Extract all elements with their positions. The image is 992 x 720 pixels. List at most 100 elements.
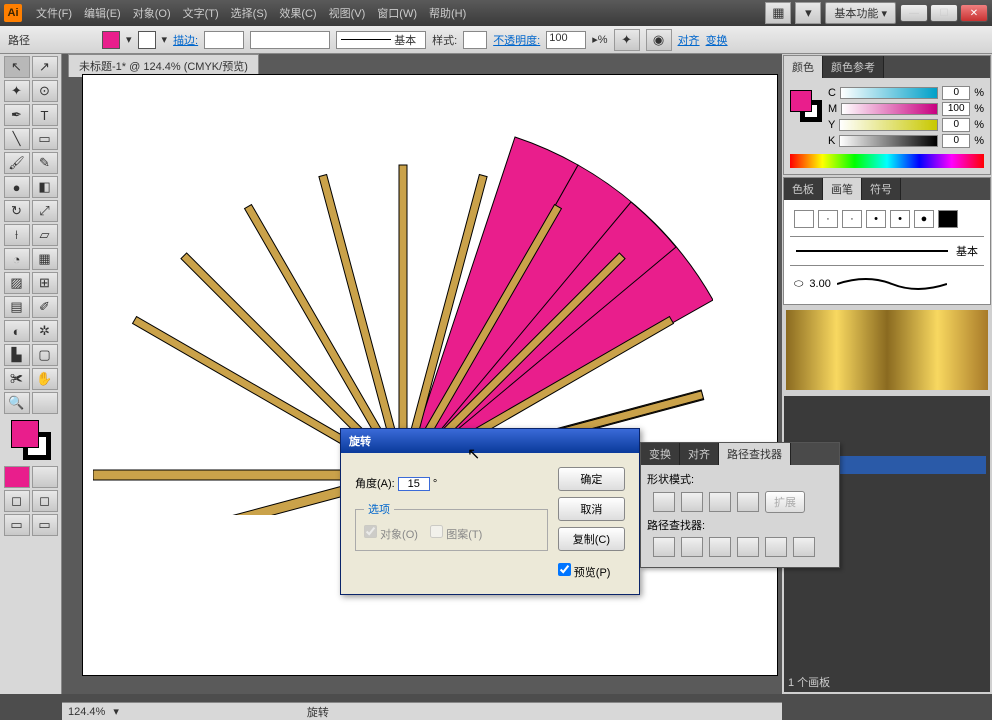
line-tool[interactable]: ╲ bbox=[4, 128, 30, 150]
unite-button[interactable] bbox=[653, 492, 675, 512]
type-tool[interactable]: T bbox=[32, 104, 58, 126]
zoom-level[interactable]: 124.4% bbox=[68, 706, 105, 718]
k-value[interactable]: 0 bbox=[942, 134, 970, 148]
draw-behind[interactable]: ◻ bbox=[32, 490, 58, 512]
expand-button[interactable]: 扩展 bbox=[765, 491, 805, 513]
artboard-tool[interactable]: ▢ bbox=[32, 344, 58, 366]
intersect-button[interactable] bbox=[709, 492, 731, 512]
transform-link[interactable]: 变换 bbox=[706, 32, 728, 48]
menu-object[interactable]: 对象(O) bbox=[129, 3, 175, 23]
color-mode[interactable] bbox=[4, 466, 30, 488]
tab-color[interactable]: 颜色 bbox=[784, 56, 823, 78]
angle-input[interactable] bbox=[398, 477, 430, 491]
tab-brushes[interactable]: 画笔 bbox=[823, 178, 862, 200]
arrange-icon[interactable]: ▾ bbox=[795, 2, 821, 24]
shape-builder-tool[interactable]: ◔ bbox=[4, 248, 30, 270]
rectangle-tool[interactable]: ▭ bbox=[32, 128, 58, 150]
hand-tool[interactable]: ✋ bbox=[32, 368, 58, 390]
opacity-value[interactable]: 100 bbox=[546, 31, 586, 49]
perspective-tool[interactable]: ▨ bbox=[4, 272, 30, 294]
width-tool[interactable]: ⟊ bbox=[4, 224, 30, 246]
minus-front-button[interactable] bbox=[681, 492, 703, 512]
brush-basic[interactable]: 基本 bbox=[790, 236, 984, 266]
maximize-button[interactable]: ☐ bbox=[930, 4, 958, 22]
preview-checkbox[interactable] bbox=[558, 563, 571, 576]
swatch-item[interactable] bbox=[938, 210, 958, 228]
graph-tool[interactable]: ▙ bbox=[4, 344, 30, 366]
eyedropper-tool[interactable]: ✐ bbox=[32, 296, 58, 318]
pen-tool[interactable]: ✒ bbox=[4, 104, 30, 126]
stroke-link[interactable]: 描边: bbox=[173, 32, 198, 48]
scale-tool[interactable]: ⤢ bbox=[32, 200, 58, 222]
magic-wand-tool[interactable]: ✦ bbox=[4, 80, 30, 102]
y-value[interactable]: 0 bbox=[942, 118, 970, 132]
profile-combo[interactable] bbox=[250, 31, 330, 49]
brush-combo[interactable]: 基本 bbox=[336, 31, 426, 49]
m-value[interactable]: 100 bbox=[942, 102, 970, 116]
crop-button[interactable] bbox=[737, 537, 759, 557]
rotate-tool[interactable]: ↻ bbox=[4, 200, 30, 222]
opacity-link[interactable]: 不透明度: bbox=[493, 32, 540, 48]
fill-swatch[interactable] bbox=[102, 31, 120, 49]
menu-edit[interactable]: 编辑(E) bbox=[80, 3, 125, 23]
tab-align[interactable]: 对齐 bbox=[680, 443, 719, 465]
direct-selection-tool[interactable]: ↗ bbox=[32, 56, 58, 78]
lasso-tool[interactable]: ⊙ bbox=[32, 80, 58, 102]
copy-button[interactable]: 复制(C) bbox=[558, 527, 625, 551]
ok-button[interactable]: 确定 bbox=[558, 467, 625, 491]
menu-effect[interactable]: 效果(C) bbox=[275, 3, 320, 23]
gradient-tool[interactable]: ▤ bbox=[4, 296, 30, 318]
screen-mode[interactable]: ▭ bbox=[4, 514, 30, 536]
close-button[interactable]: ✕ bbox=[960, 4, 988, 22]
divide-button[interactable] bbox=[653, 537, 675, 557]
tab-symbols[interactable]: 符号 bbox=[862, 178, 901, 200]
outline-button[interactable] bbox=[765, 537, 787, 557]
stroke-swatch[interactable] bbox=[138, 31, 156, 49]
menu-window[interactable]: 窗口(W) bbox=[373, 3, 421, 23]
minimize-button[interactable]: — bbox=[900, 4, 928, 22]
screen-mode-2[interactable]: ▭ bbox=[32, 514, 58, 536]
y-slider[interactable] bbox=[839, 119, 938, 131]
workspace-switcher[interactable]: 基本功能 ▾ bbox=[825, 2, 896, 24]
exclude-button[interactable] bbox=[737, 492, 759, 512]
c-slider[interactable] bbox=[840, 87, 938, 99]
swatch-item[interactable]: • bbox=[866, 210, 886, 228]
slice-tool[interactable]: ✀ bbox=[4, 368, 30, 390]
globe-icon[interactable]: ◉ bbox=[646, 29, 672, 51]
recolor-icon[interactable]: ✦ bbox=[614, 29, 640, 51]
symbol-sprayer-tool[interactable]: ✲ bbox=[32, 320, 58, 342]
tab-transform[interactable]: 变换 bbox=[641, 443, 680, 465]
k-slider[interactable] bbox=[839, 135, 938, 147]
zoom-tool[interactable]: 🔍 bbox=[4, 392, 30, 414]
trim-button[interactable] bbox=[681, 537, 703, 557]
menu-type[interactable]: 文字(T) bbox=[179, 3, 223, 23]
menu-file[interactable]: 文件(F) bbox=[32, 3, 76, 23]
pencil-tool[interactable]: ✎ bbox=[32, 152, 58, 174]
minus-back-button[interactable] bbox=[793, 537, 815, 557]
tab-swatches[interactable]: 色板 bbox=[784, 178, 823, 200]
blend-tool[interactable]: ◐ bbox=[4, 320, 30, 342]
gradient-mode[interactable] bbox=[32, 466, 58, 488]
swatch-item[interactable]: · bbox=[818, 210, 838, 228]
tab-pathfinder[interactable]: 路径查找器 bbox=[719, 443, 791, 465]
extra-tool[interactable] bbox=[32, 392, 58, 414]
bridge-icon[interactable]: ▦ bbox=[765, 2, 791, 24]
cancel-button[interactable]: 取消 bbox=[558, 497, 625, 521]
draw-normal[interactable]: ◻ bbox=[4, 490, 30, 512]
c-value[interactable]: 0 bbox=[942, 86, 970, 100]
style-combo[interactable] bbox=[463, 31, 487, 49]
eraser-tool[interactable]: ◧ bbox=[32, 176, 58, 198]
merge-button[interactable] bbox=[709, 537, 731, 557]
free-transform-tool[interactable]: ▱ bbox=[32, 224, 58, 246]
fill-stroke-control[interactable] bbox=[11, 420, 51, 460]
live-paint-tool[interactable]: ▦ bbox=[32, 248, 58, 270]
align-link[interactable]: 对齐 bbox=[678, 32, 700, 48]
tab-color-guide[interactable]: 颜色参考 bbox=[823, 56, 884, 78]
gradient-preview[interactable] bbox=[786, 310, 988, 390]
swatch-item[interactable]: ● bbox=[914, 210, 934, 228]
mesh-tool[interactable]: ⊞ bbox=[32, 272, 58, 294]
swatch-item[interactable]: · bbox=[842, 210, 862, 228]
menu-view[interactable]: 视图(V) bbox=[325, 3, 370, 23]
swatch-item[interactable]: • bbox=[890, 210, 910, 228]
m-slider[interactable] bbox=[841, 103, 938, 115]
